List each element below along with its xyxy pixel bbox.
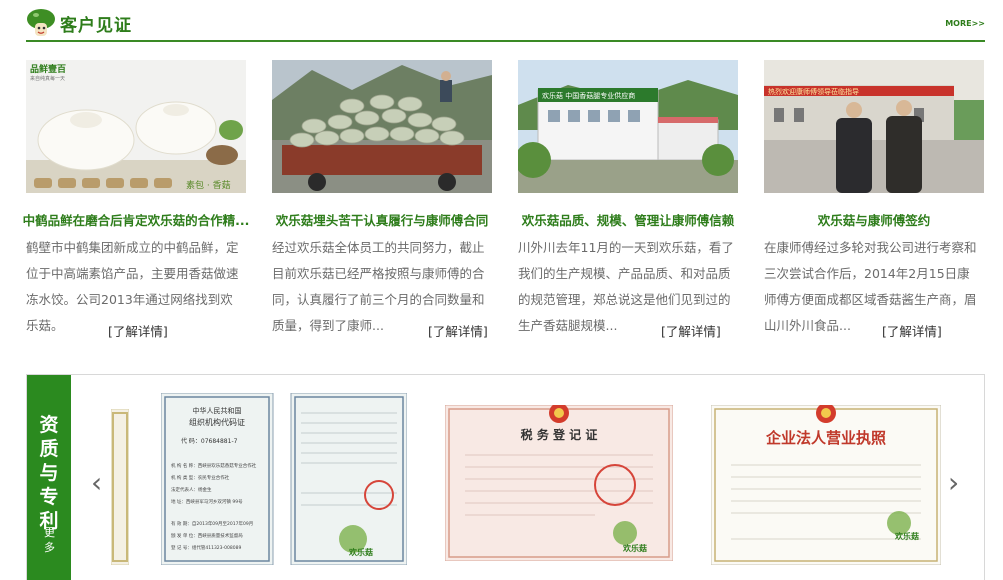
card-more-link[interactable]: [了解详情] [661, 321, 721, 340]
org-cert-line: 法定代表人：杨金生 [171, 486, 212, 493]
org-cert-line: 机 构 名 称：西峡县欢乐菇香菇专业合作社 [171, 462, 257, 469]
org-cert-line: 登 记 号：组代管411323-008089 [171, 544, 241, 551]
card-more-link[interactable]: [了解详情] [108, 321, 168, 340]
testimonial-card: 品鲜壹百 来自纯真每一天 素包 · 香菇 中鹤品鲜在磨合后肯定欢乐菇的合作精..… [23, 60, 249, 339]
qualification-more-link[interactable]: 更多 [44, 525, 55, 555]
testimonial-card: 欢乐菇 中国香菇腿专业供应商 欢乐菇品质、规模、管理让康师傅信赖 川外川去年11… [518, 60, 738, 339]
qualification-sidebar: 资质与专利 更多 [27, 375, 71, 580]
card-title[interactable]: 欢乐菇与康师傅签约 [744, 210, 1003, 229]
tax-cert-header: 税 务 登 记 证 [521, 427, 598, 442]
image-brand-text: 品鲜壹百 [30, 63, 66, 75]
image-caption-text: 素包 · 香菇 [186, 179, 231, 191]
qualification-title: 资质与专利 [39, 414, 59, 532]
testimonial-card: 欢乐菇埋头苦干认真履行与康师傅合同 经过欢乐菇全体员工的共同努力，截止目前欢乐菇… [272, 60, 492, 339]
image-banner-text: 热烈欢迎康师傅领导莅临指导 [768, 87, 859, 96]
card-title[interactable]: 中鹤品鲜在磨合后肯定欢乐菇的合作精... [6, 210, 266, 229]
license-cert-header: 企业法人营业执照 [765, 429, 886, 447]
card-title[interactable]: 欢乐菇埋头苦干认真履行与康师傅合同 [252, 210, 512, 229]
certificate-business-license[interactable]: 企业法人营业执照 欢乐菇 [711, 405, 941, 565]
card-description: 在康师傅经过多轮对我公司进行考察和三次尝试合作后，2014年2月15日康师傅方便… [764, 240, 977, 333]
card-title[interactable]: 欢乐菇品质、规模、管理让康师傅信赖 [498, 210, 758, 229]
org-cert-header1: 中华人民共和国 [193, 406, 242, 415]
prev-arrow[interactable]: ‹ [91, 469, 102, 497]
qualification-panel: 资质与专利 更多 ‹ 中华人民共和国 组织机构代码证 代 码：07684881-… [26, 374, 985, 580]
card-more-link[interactable]: [了解详情] [882, 321, 942, 340]
next-arrow[interactable]: › [948, 469, 959, 497]
image-brand-subtext: 来自纯真每一天 [30, 75, 65, 82]
card-image-factory[interactable]: 欢乐菇 中国香菇腿专业供应商 [518, 60, 738, 193]
certificate-tax-registration[interactable]: 税 务 登 记 证 欢乐菇 [445, 405, 673, 561]
card-image-steamed-buns[interactable]: 品鲜壹百 来自纯真每一天 素包 · 香菇 [26, 60, 246, 193]
org-cert-line: 地 址：西峡县军马河乡双河镇 99号 [171, 498, 243, 505]
more-link[interactable]: MORE>> [945, 19, 985, 28]
section-title: 客户见证 [60, 16, 132, 36]
certificate-partial[interactable] [111, 409, 129, 565]
card-image-truck-load[interactable] [272, 60, 492, 193]
watermark-text: 欢乐菇 [622, 543, 647, 553]
mushroom-logo-icon [27, 9, 55, 36]
watermark-text: 欢乐菇 [348, 547, 373, 557]
org-cert-line: 颁 发 单 位：西峡县质量技术监督局 [171, 532, 243, 539]
card-more-link[interactable]: [了解详情] [428, 321, 488, 340]
section-header: 客户见证 MORE>> [26, 8, 985, 42]
testimonial-card: 热烈欢迎康师傅领导莅临指导 欢乐菇与康师傅签约 在康师傅经过多轮对我公司进行考察… [764, 60, 984, 339]
image-sign-text: 欢乐菇 中国香菇腿专业供应商 [542, 91, 635, 100]
org-cert-header2: 组织机构代码证 [189, 417, 245, 427]
org-cert-line: 有 效 期：自2013年09月至2017年09月 [171, 520, 253, 527]
certificate-org-code[interactable]: 中华人民共和国 组织机构代码证 代 码：07684881-7 机 构 名 称：西… [161, 393, 407, 565]
org-cert-line: 机 构 类 型：农民专业合作社 [171, 474, 230, 481]
card-image-signing[interactable]: 热烈欢迎康师傅领导莅临指导 [764, 60, 984, 193]
org-cert-code: 代 码：07684881-7 [181, 437, 238, 445]
watermark-text: 欢乐菇 [894, 531, 919, 541]
